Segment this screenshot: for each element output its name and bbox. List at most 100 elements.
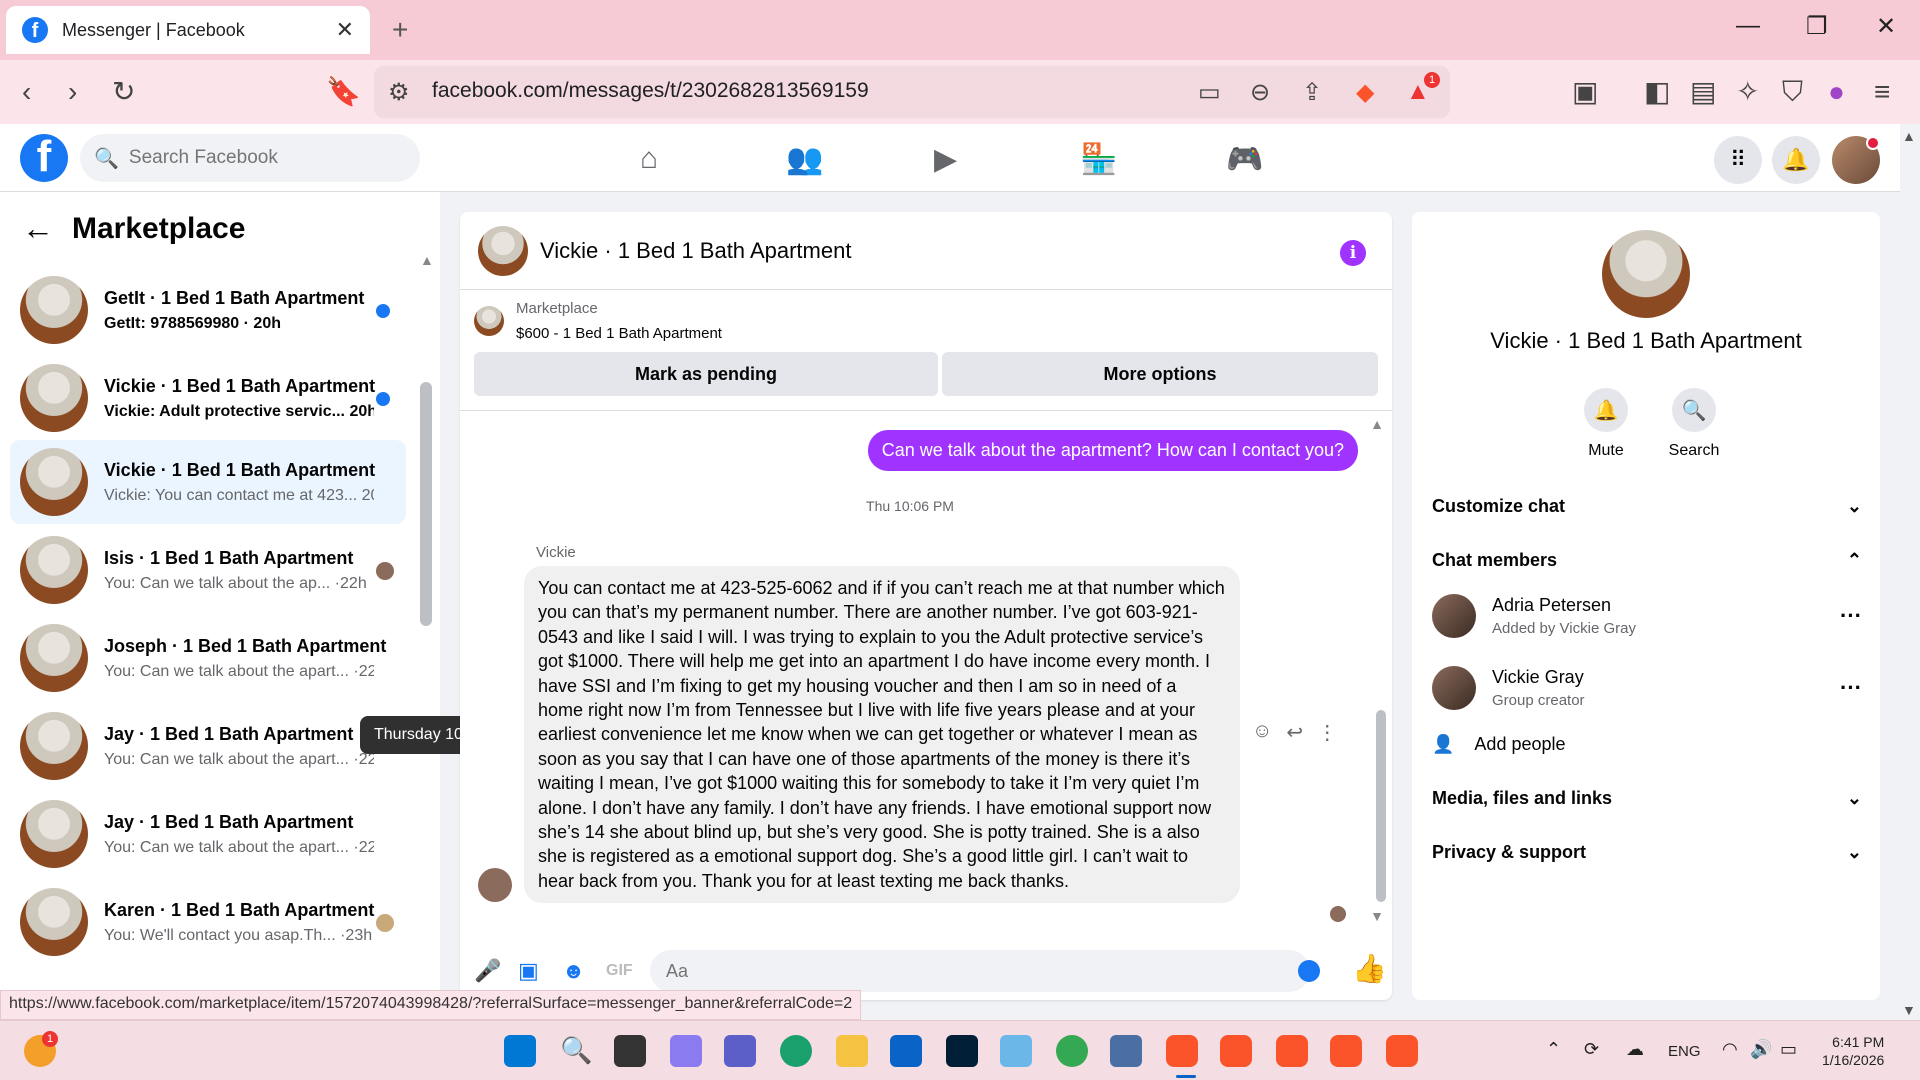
member-item[interactable]: Vickie Gray Group creator ··· <box>1432 666 1862 710</box>
chat-scroll-up-icon[interactable]: ▲ <box>1370 416 1384 432</box>
volume-icon[interactable]: 🔊 <box>1750 1039 1772 1060</box>
search-icon[interactable]: 🔍 <box>560 1035 592 1067</box>
photoshop-icon[interactable] <box>946 1035 978 1067</box>
menu-icon[interactable]: ≡ <box>1874 76 1890 108</box>
customize-chat-row[interactable]: Customize chat ⌄ <box>1432 496 1862 517</box>
share-icon[interactable]: ⇪ <box>1302 78 1322 107</box>
wallet-icon[interactable]: ▤ <box>1690 76 1716 108</box>
chevron-up-icon[interactable]: ⌃ <box>1546 1039 1561 1060</box>
app-icon[interactable] <box>1110 1035 1142 1067</box>
outgoing-message[interactable]: Can we talk about the apartment? How can… <box>867 430 1358 471</box>
facebook-search[interactable]: 🔍 <box>80 134 420 182</box>
app-icon[interactable] <box>1000 1035 1032 1067</box>
search-button[interactable]: 🔍 Search <box>1654 388 1734 460</box>
chat-title[interactable]: Vickie · 1 Bed 1 Bath Apartment <box>540 238 851 264</box>
emoji-icon[interactable] <box>1298 960 1320 982</box>
battery-icon[interactable]: ▭ <box>1780 1039 1797 1060</box>
gif-icon[interactable]: GIF <box>606 962 633 980</box>
media-files-row[interactable]: Media, files and links ⌄ <box>1432 788 1862 809</box>
forward-icon[interactable]: › <box>68 76 77 108</box>
details-avatar[interactable] <box>1602 230 1690 318</box>
window-close-icon[interactable]: ✕ <box>1876 12 1896 41</box>
profile-icon[interactable]: ● <box>1828 76 1845 108</box>
file-explorer-icon[interactable] <box>836 1035 868 1067</box>
mute-button[interactable]: 🔔 Mute <box>1566 388 1646 460</box>
reply-icon[interactable]: ↩ <box>1286 720 1303 745</box>
wifi-icon[interactable]: ◠ <box>1722 1039 1738 1060</box>
sidebar-scrollbar[interactable] <box>420 382 432 626</box>
message-input[interactable] <box>650 950 1310 992</box>
url-text[interactable]: facebook.com/messages/t/2302682813569159 <box>432 79 869 103</box>
brave-browser-icon[interactable] <box>1220 1035 1252 1067</box>
sticker-icon[interactable]: ☻ <box>562 958 585 984</box>
page-scroll-down-icon[interactable]: ▼ <box>1902 1002 1916 1018</box>
chat-avatar[interactable] <box>478 225 528 276</box>
leo-ai-icon[interactable]: ✧ <box>1736 76 1759 108</box>
conversation-item-active[interactable]: Vickie · 1 Bed 1 Bath Apartment Vickie: … <box>10 440 406 524</box>
more-icon[interactable]: ⋮ <box>1317 720 1337 745</box>
react-icon[interactable]: ☺ <box>1252 720 1272 745</box>
brave-browser-icon[interactable] <box>1166 1035 1198 1067</box>
like-icon[interactable]: 👍 <box>1352 952 1387 985</box>
sync-icon[interactable]: ⟳ <box>1584 1039 1599 1060</box>
member-item[interactable]: Adria Petersen Added by Vickie Gray ··· <box>1432 594 1862 638</box>
language-indicator[interactable]: ENG <box>1668 1043 1701 1060</box>
marketplace-icon[interactable]: 🏪 <box>1080 142 1117 177</box>
chrome-icon[interactable] <box>1056 1035 1088 1067</box>
notifications-icon[interactable]: 🔔 <box>1772 136 1820 184</box>
more-options-button[interactable]: More options <box>942 352 1378 396</box>
minimize-icon[interactable]: — <box>1736 12 1760 40</box>
copilot-icon[interactable] <box>670 1035 702 1067</box>
zoom-icon[interactable]: ⊖ <box>1250 78 1270 107</box>
add-people-button[interactable]: 👤 Add people <box>1432 734 1566 755</box>
facebook-logo-icon[interactable]: f <box>20 134 68 182</box>
new-tab-icon[interactable]: + <box>392 14 408 46</box>
brave-shields-icon[interactable]: ◆ <box>1356 78 1374 107</box>
brave-browser-icon[interactable] <box>1330 1035 1362 1067</box>
chat-members-row[interactable]: Chat members ⌃ <box>1432 550 1862 571</box>
microphone-icon[interactable]: 🎤 <box>474 958 501 984</box>
marketplace-banner[interactable]: Marketplace $600 - 1 Bed 1 Bath Apartmen… <box>474 300 722 342</box>
incoming-message[interactable]: You can contact me at 423-525-6062 and i… <box>524 566 1240 904</box>
outlook-icon[interactable] <box>890 1035 922 1067</box>
system-clock[interactable]: 6:41 PM 1/16/2026 <box>1822 1033 1884 1069</box>
vpn-icon[interactable]: ⛉ <box>1782 76 1803 108</box>
close-tab-icon[interactable]: ✕ <box>336 17 354 43</box>
conversation-item[interactable]: Isis · 1 Bed 1 Bath Apartment You: Can w… <box>10 528 406 612</box>
photo-icon[interactable]: ▣ <box>518 958 539 984</box>
conversation-item[interactable]: GetIt · 1 Bed 1 Bath Apartment GetIt: 97… <box>10 268 406 352</box>
brave-browser-icon[interactable] <box>1386 1035 1418 1067</box>
start-icon[interactable] <box>504 1035 536 1067</box>
site-settings-icon[interactable]: ⚙ <box>388 78 410 107</box>
browser-tab[interactable]: f Messenger | Facebook ✕ <box>6 6 370 54</box>
cloud-offline-icon[interactable]: ☁ <box>1626 1039 1644 1060</box>
brave-browser-icon[interactable] <box>1276 1035 1308 1067</box>
teams-icon[interactable] <box>724 1035 756 1067</box>
reload-icon[interactable]: ↻ <box>112 76 135 108</box>
back-arrow-icon[interactable]: ← <box>22 210 54 247</box>
task-view-icon[interactable] <box>614 1035 646 1067</box>
conversation-item[interactable]: Vickie · 1 Bed 1 Bath Apartment Vickie: … <box>10 356 406 440</box>
menu-grid-icon[interactable]: ⠿ <box>1714 136 1762 184</box>
gaming-icon[interactable]: 🎮 <box>1226 142 1263 177</box>
mark-pending-button[interactable]: Mark as pending <box>474 352 938 396</box>
conversation-item[interactable]: Karen · 1 Bed 1 Bath Apartment You: We'l… <box>10 880 406 964</box>
address-bar[interactable]: ⚙ facebook.com/messages/t/23026828135691… <box>374 66 1450 118</box>
back-icon[interactable]: ‹ <box>22 76 31 108</box>
edge-icon[interactable] <box>780 1035 812 1067</box>
friends-icon[interactable]: 👥 <box>786 142 823 177</box>
more-options-icon[interactable]: ··· <box>1840 603 1862 629</box>
sender-avatar[interactable] <box>478 868 512 902</box>
page-scroll-up-icon[interactable]: ▲ <box>1902 128 1916 144</box>
privacy-support-row[interactable]: Privacy & support ⌄ <box>1432 842 1862 863</box>
info-icon[interactable]: i <box>1340 240 1366 266</box>
cast-icon[interactable]: ▭ <box>1198 78 1221 107</box>
conversation-item[interactable]: Jay · 1 Bed 1 Bath Apartment You: Can we… <box>10 792 406 876</box>
video-icon[interactable]: ▶ <box>934 142 957 177</box>
chat-scrollbar[interactable] <box>1376 710 1386 902</box>
conversation-item[interactable]: Jay · 1 Bed 1 Bath Apartment You: Can we… <box>10 704 406 788</box>
restore-icon[interactable]: ❐ <box>1806 12 1828 41</box>
more-options-icon[interactable]: ··· <box>1840 675 1862 701</box>
search-input[interactable] <box>128 147 409 169</box>
sidebar-toggle-icon[interactable]: ◧ <box>1644 76 1670 108</box>
